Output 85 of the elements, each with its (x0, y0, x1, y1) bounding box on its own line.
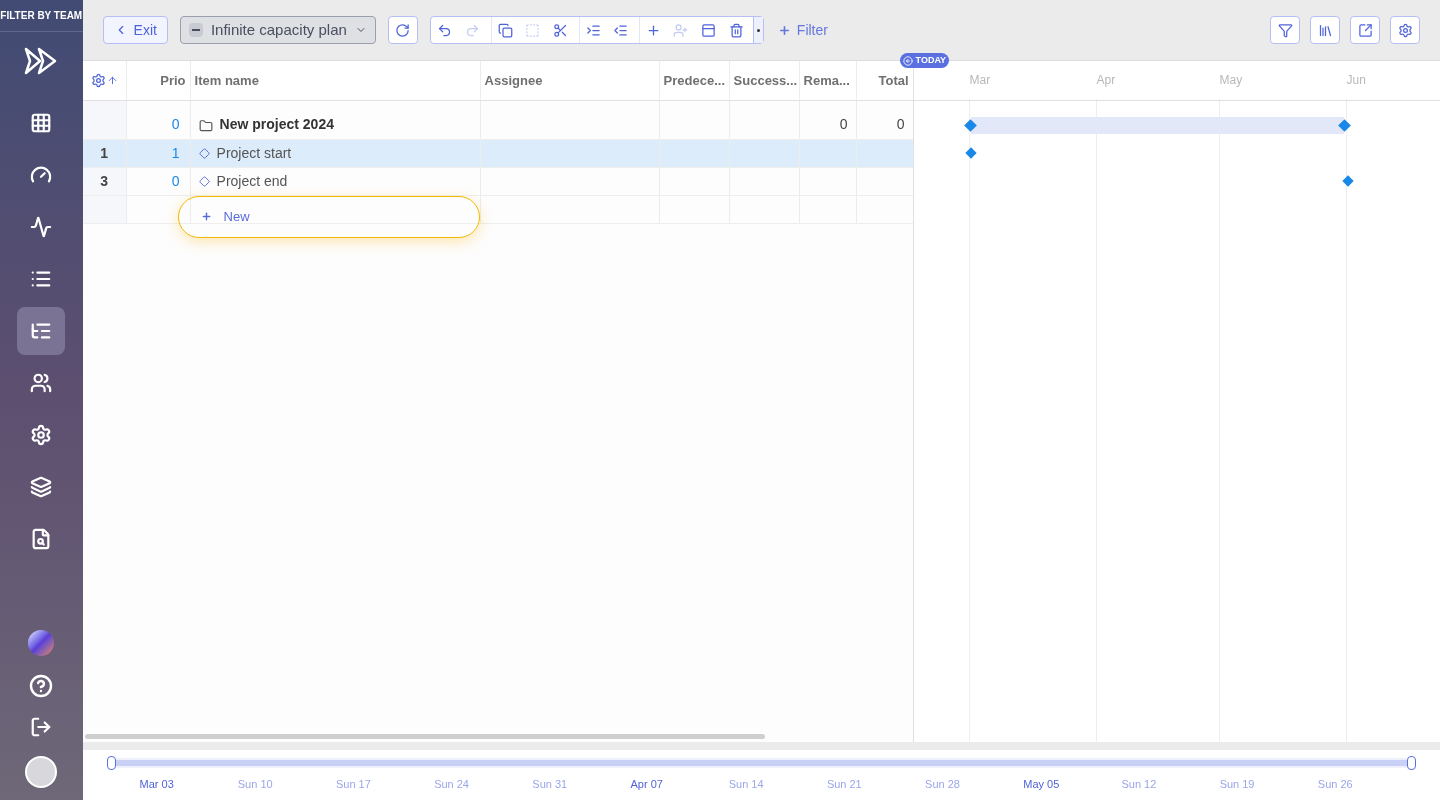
plus-icon (200, 211, 212, 222)
column-header[interactable]: Rema... (798, 61, 856, 100)
milestone-icon (198, 176, 210, 187)
column-header[interactable]: Success... (728, 61, 799, 100)
column-header[interactable]: Predece... (658, 61, 729, 100)
total-cell: 0 (855, 101, 913, 139)
export-icon (1357, 22, 1373, 38)
copy-icon (497, 22, 513, 38)
refresh-button[interactable] (387, 16, 418, 44)
logo-icon[interactable] (24, 47, 59, 75)
settings-icon (1397, 22, 1413, 38)
date-label: May 05 (1023, 777, 1061, 792)
filter-by-team-label[interactable]: FILTER BY TEAM (0, 0, 83, 32)
remaining-cell: 0 (798, 101, 856, 139)
columns-icon (1317, 22, 1333, 38)
priority-cell[interactable]: 1 (125, 140, 190, 167)
exit-button[interactable]: Exit (102, 16, 168, 44)
settings-icon[interactable] (90, 73, 106, 88)
date-label: Sun 28 (925, 777, 961, 792)
item-name[interactable]: Project start (216, 143, 292, 164)
item-name[interactable]: Project end (216, 171, 288, 192)
settings-icon (30, 424, 53, 446)
grid-row[interactable]: 1 1 Project start (82, 140, 913, 168)
milestone-marker[interactable] (964, 147, 977, 159)
toolbar-button[interactable] (1310, 16, 1340, 44)
plus-icon (645, 22, 661, 38)
redo-icon (465, 22, 481, 38)
project-bar[interactable] (965, 120, 1349, 131)
filter-button[interactable]: Filter (777, 19, 828, 41)
date-label: Sun 17 (335, 777, 372, 792)
column-header[interactable]: Prio (125, 61, 190, 100)
range-handle[interactable] (1407, 756, 1416, 770)
people-icon (30, 372, 53, 394)
pulse-icon (30, 216, 53, 238)
sidebar-item[interactable] (17, 307, 66, 355)
toolbar-button[interactable] (1390, 16, 1420, 44)
date-label: Sun 19 (1219, 777, 1256, 792)
scissors-icon (553, 22, 569, 38)
toolbar-button[interactable] (1270, 16, 1300, 44)
undo-icon (437, 22, 453, 38)
trash-icon (729, 22, 745, 38)
refresh-icon (395, 22, 411, 38)
sort-arrow-icon[interactable] (106, 75, 118, 86)
grid-row[interactable]: 3 0 Project end (82, 168, 913, 196)
column-header[interactable]: Assignee (479, 61, 659, 100)
date-label: Sun 10 (237, 777, 274, 792)
date-label: Apr 07 (630, 777, 664, 792)
arrow-left-icon (902, 55, 913, 66)
add-user-icon (673, 22, 689, 38)
priority-cell[interactable]: 0 (125, 101, 190, 139)
logout-icon[interactable] (30, 716, 53, 738)
date-label: Sun 21 (826, 777, 863, 792)
outdent-icon (613, 22, 629, 38)
priority-cell[interactable]: 0 (125, 168, 190, 195)
date-label: Mar 03 (139, 777, 175, 792)
milestone-icon (198, 148, 210, 159)
milestone-marker[interactable] (1341, 175, 1354, 187)
horizontal-scrollbar[interactable] (84, 734, 765, 739)
plan-dropdown[interactable]: Infinite capacity plan (179, 16, 376, 44)
avatar[interactable] (25, 756, 58, 788)
toolbar-button[interactable] (1350, 16, 1380, 44)
dashed-square-icon (525, 22, 541, 38)
item-name[interactable]: New project 2024 (219, 114, 334, 135)
help-icon[interactable] (29, 674, 54, 698)
date-label: Sun 24 (434, 777, 470, 792)
project-icon (198, 119, 213, 133)
gantt-icon (30, 320, 53, 342)
date-label: Sun 26 (1317, 777, 1354, 792)
today-badge[interactable]: TODAY (899, 53, 950, 68)
range-handle[interactable] (106, 756, 116, 770)
column-header[interactable]: Item name (189, 61, 480, 100)
plus-icon (777, 23, 791, 37)
orb-icon[interactable] (28, 630, 55, 656)
indent-icon (585, 22, 601, 38)
list-icon (30, 268, 53, 290)
date-label: Sun 31 (532, 777, 569, 792)
details-icon (701, 22, 717, 38)
collapse-handle[interactable] (752, 17, 763, 43)
row-number-cell: 3 (82, 168, 126, 195)
plan-icon (188, 23, 203, 37)
grid-icon (30, 112, 53, 134)
date-label: Sun 14 (728, 777, 765, 792)
layers-icon (30, 476, 53, 498)
date-label: Sun 12 (1121, 777, 1158, 792)
row-number-cell-text: 1 (99, 144, 109, 163)
